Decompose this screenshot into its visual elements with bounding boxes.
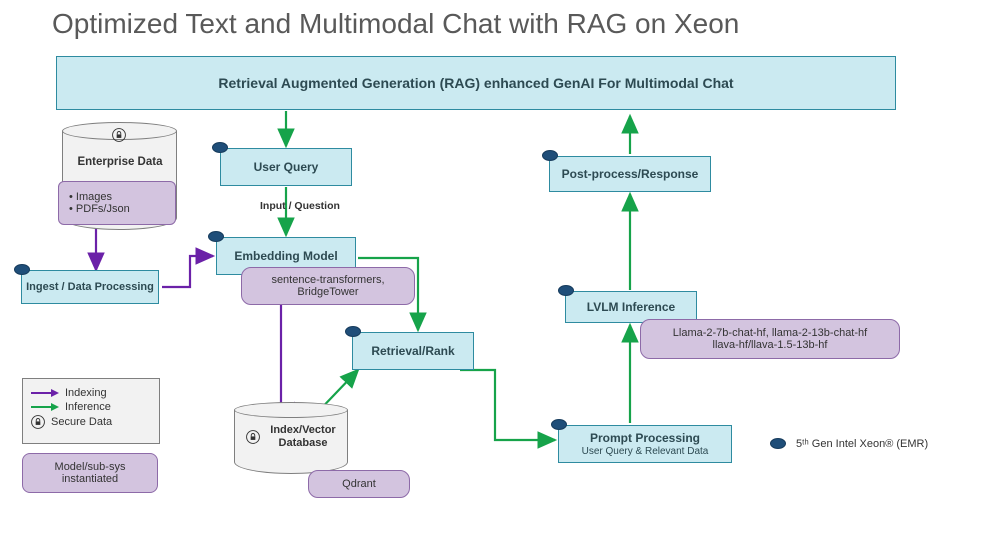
llm-pill-line2: llava-hf/llava-1.5-13b-hf (713, 339, 828, 351)
xeon-dot-icon (770, 438, 786, 449)
legend-inference-label: Inference (65, 401, 111, 413)
lock-icon (246, 430, 260, 444)
xeon-dot-icon (14, 264, 30, 275)
legend-indexing: Indexing (31, 387, 151, 399)
footnote-xeon: 5ᵗʰ Gen Intel Xeon® (EMR) (796, 438, 928, 450)
prompt-sub: User Query & Relevant Data (582, 446, 709, 457)
xeon-dot-icon (551, 419, 567, 430)
enterprise-list-line1: • Images (69, 191, 112, 203)
enterprise-list-line2: • PDFs/Json (69, 203, 130, 215)
xeon-dot-icon (558, 285, 574, 296)
lock-icon (31, 415, 45, 429)
retrieval-rank-box: Retrieval/Rank (352, 332, 474, 370)
index-db-label: Index/Vector Database (262, 424, 344, 449)
model-inst-line2: instantiated (62, 473, 118, 485)
legend-box: Indexing Inference Secure Data (22, 378, 160, 444)
prompt-main: Prompt Processing (590, 431, 700, 445)
ingest-box: Ingest / Data Processing (21, 270, 159, 304)
model-instantiated-pill: Model/sub-sys instantiated (22, 453, 158, 493)
legend-secure: Secure Data (31, 415, 151, 429)
xeon-dot-icon (345, 326, 361, 337)
postprocess-box: Post-process/Response (549, 156, 711, 192)
index-db-line1: Index/Vector (262, 424, 344, 437)
input-question-label: Input / Question (260, 200, 340, 212)
lock-icon (112, 128, 126, 142)
legend-inference: Inference (31, 401, 151, 413)
enterprise-data-label: Enterprise Data (70, 156, 170, 168)
xeon-dot-icon (212, 142, 228, 153)
xeon-dot-icon (208, 231, 224, 242)
enterprise-data-list: • Images • PDFs/Json (58, 181, 176, 225)
llm-pill-line1: Llama-2-7b-chat-hf, llama-2-13b-chat-hf (673, 327, 867, 339)
model-inst-line1: Model/sub-sys (55, 461, 126, 473)
llm-models-pill: Llama-2-7b-chat-hf, llama-2-13b-chat-hf … (640, 319, 900, 359)
index-db-line2: Database (262, 437, 344, 450)
embed-pill-line1: sentence-transformers, (271, 274, 384, 286)
top-rag-box: Retrieval Augmented Generation (RAG) enh… (56, 56, 896, 110)
legend-indexing-label: Indexing (65, 387, 107, 399)
qdrant-pill: Qdrant (308, 470, 410, 498)
diagram-title: Optimized Text and Multimodal Chat with … (52, 8, 739, 40)
user-query-box: User Query (220, 148, 352, 186)
embed-pill-line2: BridgeTower (297, 286, 358, 298)
xeon-dot-icon (542, 150, 558, 161)
legend-secure-label: Secure Data (51, 416, 112, 428)
prompt-processing-box: Prompt Processing User Query & Relevant … (558, 425, 732, 463)
embedding-model-pill: sentence-transformers, BridgeTower (241, 267, 415, 305)
